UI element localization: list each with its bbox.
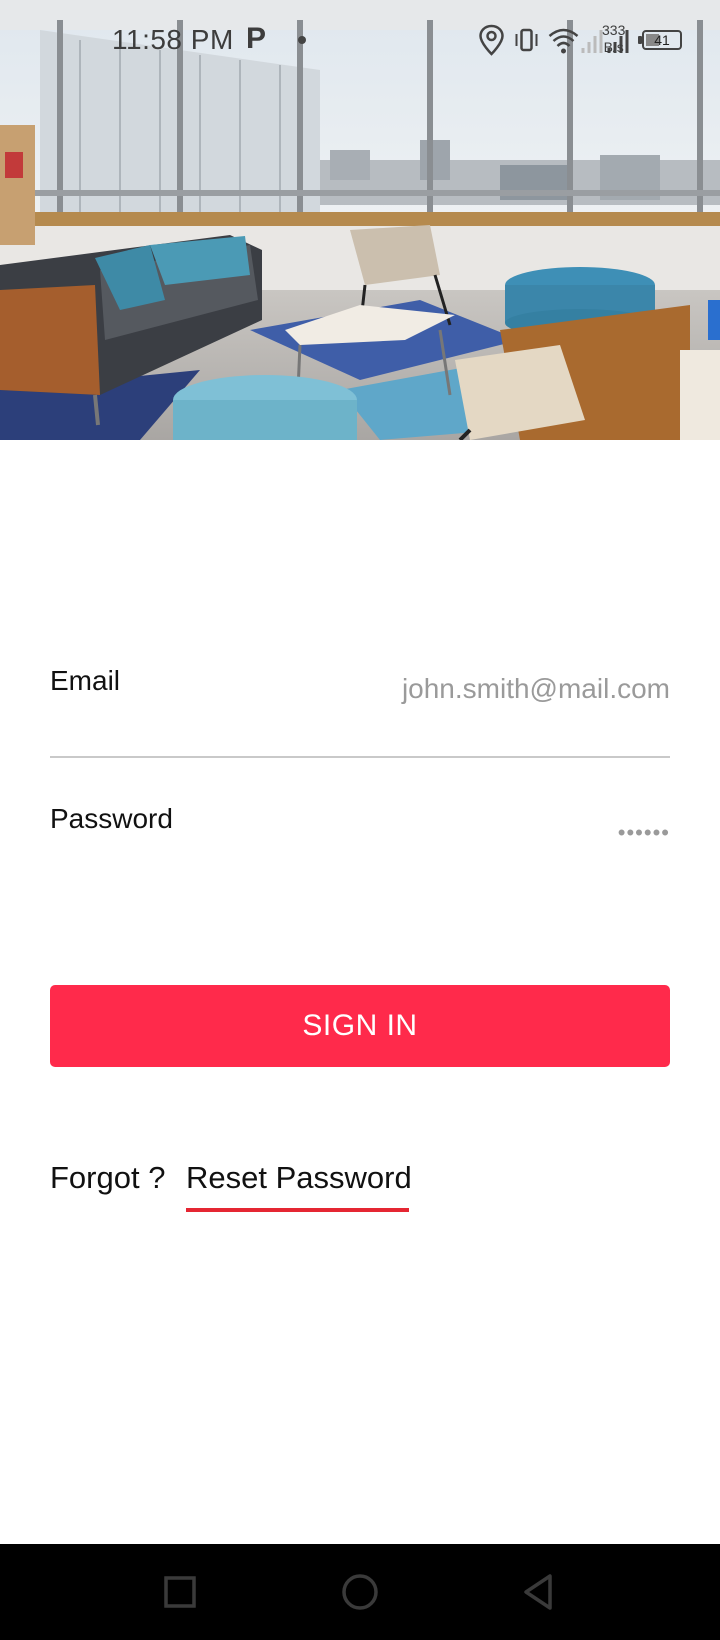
email-field[interactable]: john.smith@mail.com (402, 673, 670, 705)
vibrate-icon (515, 28, 538, 52)
network-speed-value: 333 (602, 22, 626, 38)
status-time: 11:58 PM (112, 24, 234, 55)
network-speed: 333 B/s (602, 22, 625, 56)
reset-password-underline (186, 1208, 409, 1212)
wifi-icon (548, 28, 579, 54)
triangle-back-icon[interactable] (516, 1568, 564, 1616)
sign-in-button[interactable]: SIGN IN (50, 985, 670, 1067)
battery-icon: 41 (642, 30, 682, 50)
square-recents-icon[interactable] (156, 1568, 204, 1616)
system-nav-bar (0, 1544, 720, 1640)
location-icon (479, 24, 504, 56)
reset-password-link[interactable]: Reset Password (186, 1160, 412, 1196)
email-field-underline (50, 756, 670, 758)
parking-app-icon: P (246, 22, 267, 55)
notification-dot-icon (298, 36, 306, 44)
battery-percent: 41 (654, 32, 670, 48)
signal-icon-1 (581, 30, 603, 53)
email-label: Email (50, 665, 121, 696)
circle-home-icon[interactable] (336, 1568, 384, 1616)
forgot-label: Forgot ? (50, 1160, 166, 1195)
password-label: Password (50, 803, 173, 834)
password-field[interactable]: •••••• (618, 820, 670, 846)
network-speed-unit: B/s (603, 39, 624, 55)
status-bar: 11:58 PM P 333 B/s 41 (0, 0, 720, 84)
